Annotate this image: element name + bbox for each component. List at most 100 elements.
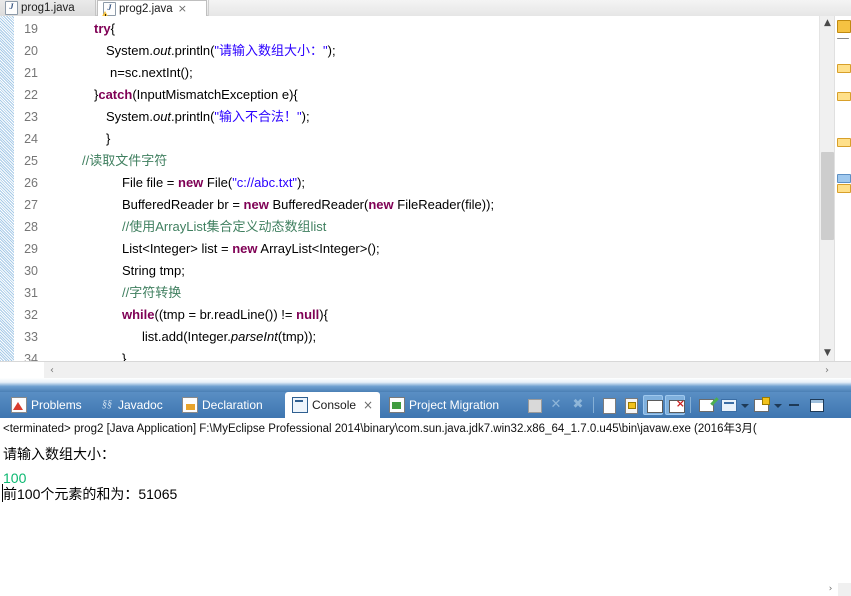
code-token: (tmp)); [277,329,317,344]
maximize-button[interactable] [806,395,826,415]
display-selected-console-button[interactable] [718,395,738,415]
terminate-button[interactable] [524,395,544,415]
line-number: 32 [24,308,38,322]
console-tab-problems[interactable]: Problems [4,392,89,418]
code-line[interactable]: }catch(InputMismatchException e){ [44,84,298,106]
ruler-marker-warnbig[interactable] [837,20,851,33]
separator-2 [690,397,691,413]
line-number: 28 [24,220,38,234]
console-horizontal-scrollbar[interactable]: › [0,583,851,596]
code-token: //读取文件字符 [82,153,168,168]
open-console-dropdown[interactable] [773,395,782,415]
code-line[interactable]: try{ [44,18,115,40]
ruler-marker-warn[interactable] [837,92,851,101]
code-line[interactable]: System.out.println("请输入数组大小："); [44,40,336,62]
code-token: ); [301,109,310,124]
line-number: 23 [24,110,38,124]
code-line[interactable]: list.add(Integer.parseInt(tmp)); [44,326,316,348]
console-icon [292,397,308,413]
code-token: FileReader(file)); [393,197,495,212]
scroll-up-arrow-icon[interactable]: ▲ [820,16,835,31]
scroll-left-arrow-icon[interactable]: ‹ [44,362,60,379]
code-editor[interactable]: 19 20 21 22 23 24 25 26 27 28 29 30 31 32 33 34 try{Sys… [0,16,851,361]
code-line[interactable]: //读取文件字符 [44,150,167,172]
code-line[interactable]: while((tmp = br.readLine()) != null){ [44,304,328,326]
code-token: while [122,307,155,322]
console-toolbar: ✕ ✖ [523,392,827,418]
overview-ruler[interactable] [834,16,851,361]
editor-tab-prog2[interactable]: J prog2.java × [97,0,207,18]
code-token: new [368,197,394,212]
code-token: List<Integer> list = [122,241,233,256]
ruler-marker-sep[interactable] [837,38,849,39]
console-line: 请输入数组大小： [3,446,115,462]
console-tab-project-migration[interactable]: Project Migration [382,392,506,418]
open-console-icon [754,397,770,412]
console-tab-close-icon[interactable]: × [363,398,373,412]
scroll-lock-button[interactable] [621,395,641,415]
ruler-marker-warn[interactable] [837,64,851,73]
separator-1 [593,397,594,413]
console-tab-declaration[interactable]: Declaration [175,392,270,418]
code-line[interactable]: BufferedReader br = new BufferedReader(n… [44,194,494,216]
show-console-on-output-button[interactable] [643,395,663,415]
ruler-marker-warn[interactable] [837,138,851,147]
pin-console-button[interactable] [696,395,716,415]
code-line[interactable]: List<Integer> list = new ArrayList<Integ… [44,238,380,260]
line-number: 31 [24,286,38,300]
code-line[interactable]: } [44,348,126,361]
code-line[interactable]: } [44,128,110,150]
editor-tab-close-icon[interactable]: × [178,3,187,14]
code-token: null [296,307,320,322]
console-tab-javadoc[interactable]: §§ Javadoc [93,392,170,418]
editor-tab-bar: J prog1.java J prog2.java × [0,0,851,18]
console-scroll-right-arrow-icon[interactable]: › [824,583,837,596]
code-text-area[interactable]: try{System.out.println("请输入数组大小："); n=sc.… [44,16,805,361]
project-migration-icon [389,397,405,413]
editor-tab-label: prog1.java [21,2,75,14]
minimize-button[interactable] [784,395,804,415]
line-number: 25 [24,154,38,168]
clear-console-button[interactable] [599,395,619,415]
editor-tab-prog1[interactable]: J prog1.java [0,0,96,16]
console-output-area[interactable]: <terminated> prog2 [Java Application] F:… [0,418,851,596]
remove-all-terminated-button[interactable]: ✖ [568,395,588,415]
code-line[interactable]: String tmp; [44,260,185,282]
panel-sash-divider[interactable] [0,378,851,392]
code-line[interactable]: //使用ArrayList集合定义动态数组list [44,216,326,238]
code-token: //字符转换 [122,285,182,300]
code-line[interactable]: File file = new File("c://abc.txt"); [44,172,305,194]
code-token: .println( [171,43,215,58]
display-selected-console-dropdown[interactable] [740,395,749,415]
code-token: catch [98,87,133,102]
remove-launch-button[interactable]: ✕ [546,395,566,415]
declaration-icon [182,397,198,413]
folding-margin[interactable] [0,16,15,361]
problems-icon [11,397,27,413]
code-line[interactable]: //字符转换 [44,282,181,304]
code-line[interactable]: n=sc.nextInt(); [44,62,193,84]
console-tab-console[interactable]: Console × [285,392,381,418]
console-line: 前100个元素的和为：51065 [3,486,178,502]
code-token: ); [327,43,336,58]
scroll-down-arrow-icon[interactable]: ▼ [820,346,835,361]
editor-hscroll-thumb[interactable] [0,362,44,379]
scroll-right-arrow-icon[interactable]: › [819,362,835,379]
myeclipse-ide-window: J prog1.java J prog2.java × 19 20 21 22 23 24… [0,0,851,596]
code-line[interactable]: System.out.println("输入不合法！"); [44,106,310,128]
ruler-marker-warn[interactable] [837,184,851,193]
line-number: 26 [24,176,38,190]
code-token: ArrayList<Integer>(); [257,241,380,256]
code-token: System. [106,109,153,124]
scrollbar-corner [838,583,851,596]
ruler-marker-info[interactable] [837,174,851,183]
editor-horizontal-scrollbar[interactable]: ‹ › [0,361,851,379]
editor-vscroll-thumb[interactable] [821,152,834,240]
editor-vertical-scrollbar[interactable]: ▲ ▼ [819,16,835,361]
console-tab-label: Project Migration [409,398,500,412]
open-console-button[interactable] [751,395,771,415]
console-tab-label: Javadoc [118,398,163,412]
line-number: 21 [24,66,38,80]
close-console-button[interactable] [665,395,685,415]
code-token: String tmp; [122,263,185,278]
